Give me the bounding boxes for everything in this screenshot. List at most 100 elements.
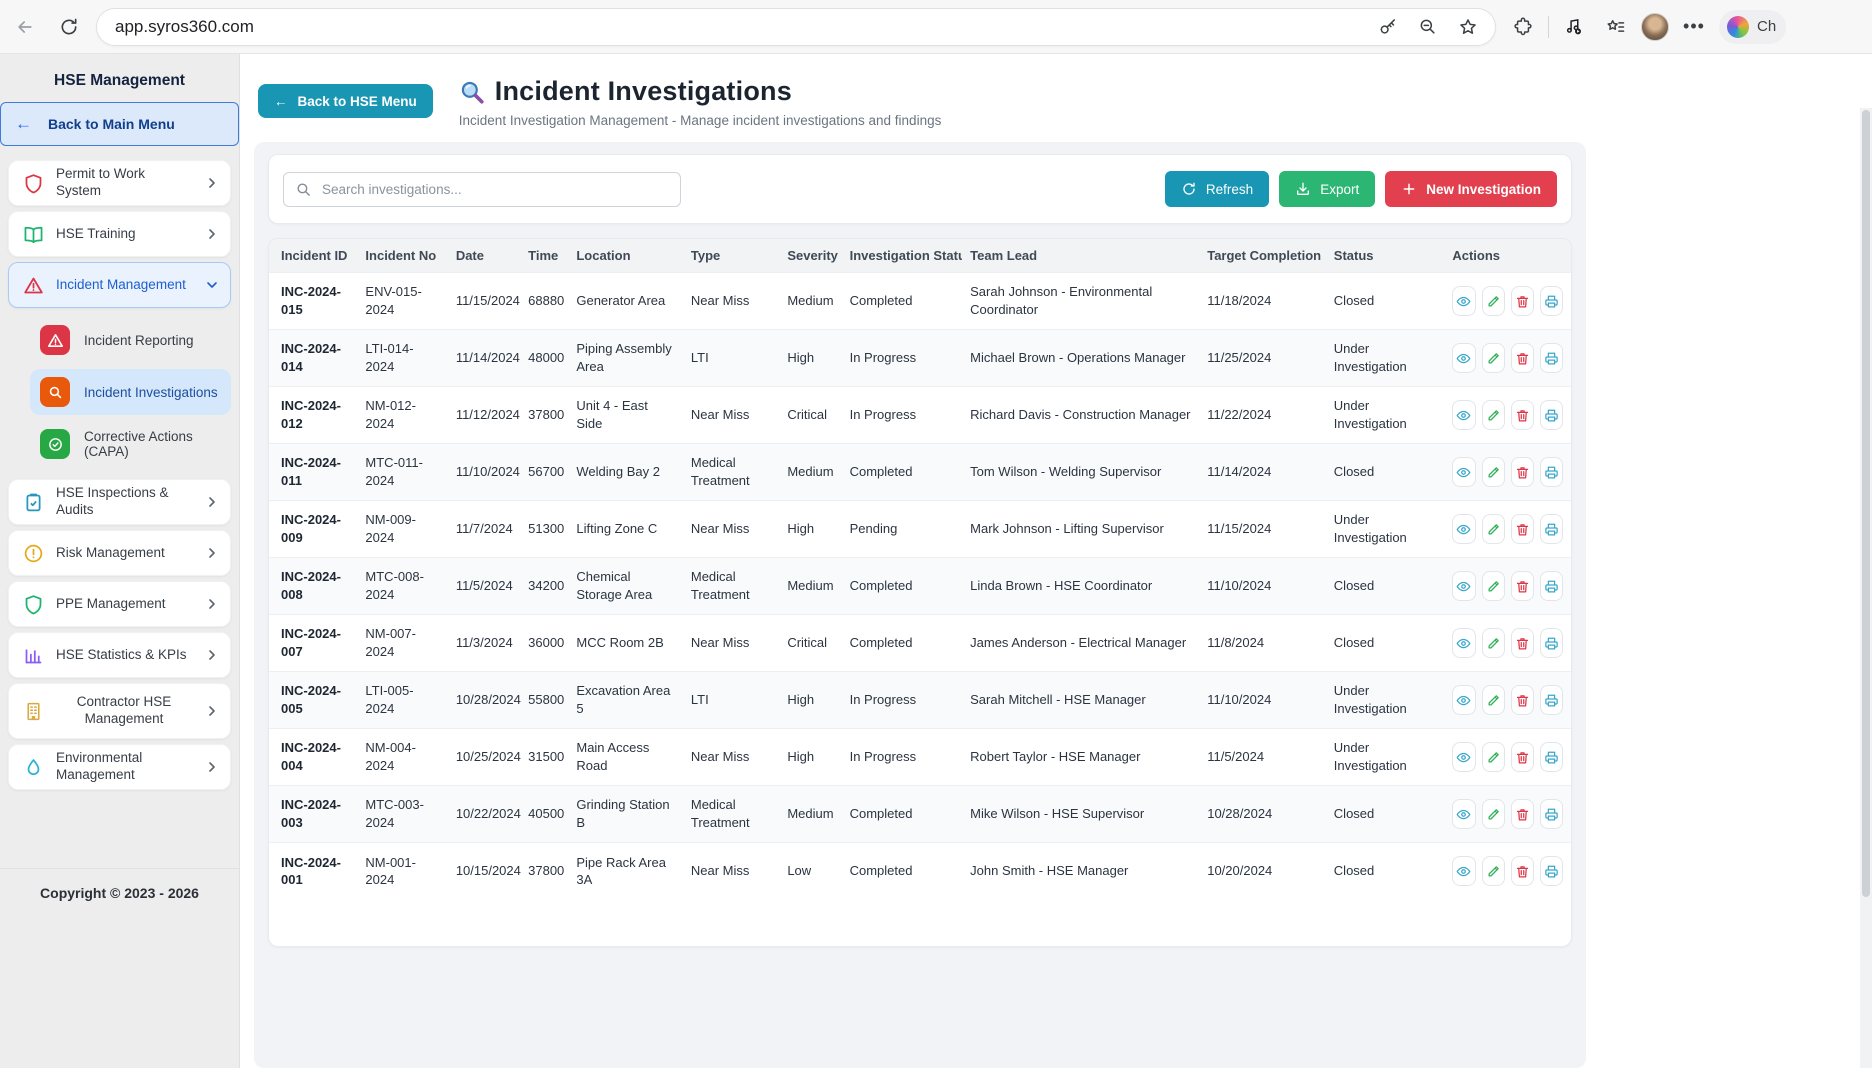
sidebar-item-environmental[interactable]: Environmental Management — [8, 744, 231, 790]
browser-menu-button[interactable]: ••• — [1677, 10, 1711, 44]
favorites-bar-button[interactable] — [1599, 10, 1633, 44]
search-icon — [295, 181, 312, 198]
view-button[interactable] — [1452, 628, 1475, 658]
delete-button[interactable] — [1511, 742, 1534, 772]
page-header: ← Back to HSE Menu Incident Investigatio… — [240, 54, 1872, 138]
view-button[interactable] — [1452, 514, 1475, 544]
table-row: INC-2024-015 ENV-015-2024 11/15/2024 688… — [269, 273, 1571, 330]
print-button[interactable] — [1540, 514, 1563, 544]
browser-reload-button[interactable] — [52, 10, 86, 44]
print-button[interactable] — [1540, 457, 1563, 487]
cell-incident-id: INC-2024-005 — [269, 672, 357, 729]
edit-button[interactable] — [1482, 571, 1505, 601]
page-scrollbar[interactable] — [1860, 108, 1872, 1068]
printer-icon — [1544, 294, 1559, 309]
sidebar-item-corrective-actions[interactable]: Corrective Actions (CAPA) — [30, 421, 231, 467]
url-input[interactable] — [115, 17, 1371, 37]
cell-team-lead: Richard Davis - Construction Manager — [962, 387, 1199, 444]
delete-button[interactable] — [1511, 628, 1534, 658]
print-button[interactable] — [1540, 571, 1563, 601]
table-row: INC-2024-005 LTI-005-2024 10/28/2024 558… — [269, 672, 1571, 729]
print-button[interactable] — [1540, 343, 1563, 373]
view-button[interactable] — [1452, 685, 1475, 715]
delete-button[interactable] — [1511, 571, 1534, 601]
cell-location: Unit 4 - East Side — [568, 387, 683, 444]
sidebar-item-statistics-kpis[interactable]: HSE Statistics & KPIs — [8, 632, 231, 678]
sidebar-item-incident-investigations[interactable]: Incident Investigations — [30, 369, 231, 415]
delete-button[interactable] — [1511, 514, 1534, 544]
delete-button[interactable] — [1511, 799, 1534, 829]
delete-button[interactable] — [1511, 343, 1534, 373]
edit-button[interactable] — [1482, 856, 1505, 886]
extensions-button[interactable] — [1506, 10, 1540, 44]
browser-back-button[interactable] — [8, 10, 42, 44]
trash-icon — [1515, 693, 1530, 708]
sidebar-item-inspections-audits[interactable]: HSE Inspections & Audits — [8, 479, 231, 525]
view-button[interactable] — [1452, 856, 1475, 886]
sidebar-item-incident-management[interactable]: Incident Management — [8, 262, 231, 308]
copilot-button[interactable]: Ch — [1719, 10, 1786, 44]
print-button[interactable] — [1540, 685, 1563, 715]
cell-location: Piping Assembly Area — [568, 330, 683, 387]
zoom-out-button[interactable] — [1411, 10, 1445, 44]
search-input[interactable] — [283, 172, 681, 207]
sidebar-item-hse-training[interactable]: HSE Training — [8, 211, 231, 257]
edit-button[interactable] — [1482, 457, 1505, 487]
view-button[interactable] — [1452, 400, 1475, 430]
scrollbar-thumb[interactable] — [1862, 110, 1870, 897]
view-button[interactable] — [1452, 457, 1475, 487]
cell-incident-no: ENV-015-2024 — [357, 273, 447, 330]
print-button[interactable] — [1540, 856, 1563, 886]
table-row: INC-2024-007 NM-007-2024 11/3/2024 36000… — [269, 615, 1571, 672]
delete-button[interactable] — [1511, 856, 1534, 886]
delete-button[interactable] — [1511, 457, 1534, 487]
print-button[interactable] — [1540, 742, 1563, 772]
cell-time: 56700 — [520, 444, 568, 501]
print-button[interactable] — [1540, 400, 1563, 430]
edit-button[interactable] — [1482, 685, 1505, 715]
sidebar-item-ppe-management[interactable]: PPE Management — [8, 581, 231, 627]
edit-button[interactable] — [1482, 400, 1505, 430]
edit-button[interactable] — [1482, 343, 1505, 373]
back-to-hse-menu-button[interactable]: ← Back to HSE Menu — [258, 84, 433, 118]
sidebar-item-permit-to-work[interactable]: Permit to Work System — [8, 160, 231, 206]
cell-type: Near Miss — [683, 387, 779, 444]
view-button[interactable] — [1452, 343, 1475, 373]
back-to-main-menu-button[interactable]: ← Back to Main Menu — [0, 102, 239, 146]
edit-button[interactable] — [1482, 514, 1505, 544]
new-investigation-button[interactable]: New Investigation — [1385, 171, 1557, 207]
col-actions: Actions — [1444, 239, 1571, 273]
print-button[interactable] — [1540, 799, 1563, 829]
view-button[interactable] — [1452, 286, 1475, 316]
cell-actions — [1444, 729, 1571, 786]
profile-avatar[interactable] — [1641, 13, 1669, 41]
media-controls-button[interactable] — [1557, 10, 1591, 44]
cell-incident-id: INC-2024-009 — [269, 501, 357, 558]
refresh-button[interactable]: Refresh — [1165, 171, 1269, 207]
edit-button[interactable] — [1482, 742, 1505, 772]
edit-button[interactable] — [1482, 799, 1505, 829]
cell-team-lead: John Smith - HSE Manager — [962, 843, 1199, 900]
eye-icon — [1456, 864, 1471, 879]
edit-button[interactable] — [1482, 628, 1505, 658]
cell-incident-id: INC-2024-003 — [269, 786, 357, 843]
print-button[interactable] — [1540, 286, 1563, 316]
chevron-right-icon — [204, 703, 220, 719]
sidebar-item-contractor-hse[interactable]: Contractor HSE Management — [8, 683, 231, 739]
view-button[interactable] — [1452, 799, 1475, 829]
cell-status: Under Investigation — [1326, 672, 1445, 729]
password-key-button[interactable] — [1371, 10, 1405, 44]
delete-button[interactable] — [1511, 685, 1534, 715]
pencil-icon — [1486, 864, 1501, 879]
favorite-star-button[interactable] — [1451, 10, 1485, 44]
view-button[interactable] — [1452, 571, 1475, 601]
url-bar[interactable] — [96, 8, 1496, 46]
print-button[interactable] — [1540, 628, 1563, 658]
export-button[interactable]: Export — [1279, 171, 1375, 207]
delete-button[interactable] — [1511, 400, 1534, 430]
sidebar-item-risk-management[interactable]: Risk Management — [8, 530, 231, 576]
sidebar-item-incident-reporting[interactable]: Incident Reporting — [30, 317, 231, 363]
edit-button[interactable] — [1482, 286, 1505, 316]
delete-button[interactable] — [1511, 286, 1534, 316]
view-button[interactable] — [1452, 742, 1475, 772]
